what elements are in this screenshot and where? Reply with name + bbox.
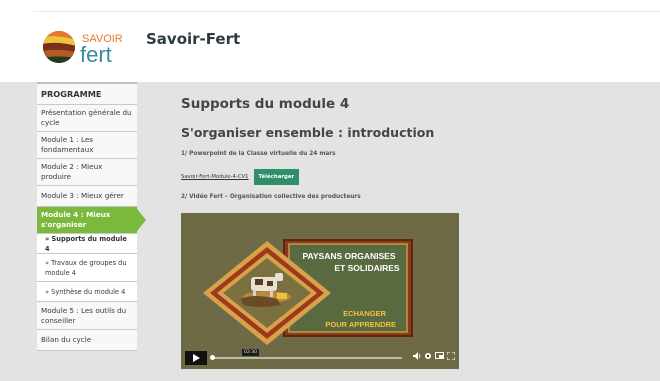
powerpoint-caption: 1/ Powerpoint de la Classe virtuelle du …: [181, 151, 336, 157]
page-heading: Supports du module 4: [181, 96, 350, 112]
time-display: 02:30: [242, 349, 259, 356]
video-controls: 02:30: [181, 348, 459, 369]
pip-icon[interactable]: [435, 352, 444, 360]
video-player[interactable]: PAYSANS ORGANISES ET SOLIDAIRES ECHANGER…: [181, 213, 459, 369]
sidebar-subitem-travaux[interactable]: » Travaux de groupes du module 4: [37, 254, 137, 282]
play-button[interactable]: [185, 351, 207, 365]
sidebar-item-module-5[interactable]: Module 5 : Les outils du conseiller: [37, 302, 137, 330]
sidebar-item-module-2[interactable]: Module 2 : Mieux produire: [37, 159, 137, 186]
sidebar-item-module-1[interactable]: Module 1 : Les fondamentaux: [37, 132, 137, 159]
progress-handle[interactable]: [210, 355, 215, 360]
download-button[interactable]: Télécharger: [253, 169, 300, 185]
video-thumbnail: PAYSANS ORGANISES ET SOLIDAIRES ECHANGER…: [181, 213, 459, 369]
site-logo[interactable]: SAVOIR fert: [42, 25, 142, 69]
play-icon: [193, 354, 200, 362]
download-row: Savoir-Fert-Module-4-CV1 Télécharger: [181, 169, 300, 185]
sidebar-subitem-synthese[interactable]: » Synthèse du module 4: [37, 282, 137, 302]
section-heading: S'organiser ensemble : introduction: [181, 125, 435, 140]
sidebar-item-presentation[interactable]: Présentation générale du cycle: [37, 105, 137, 132]
site-title[interactable]: Savoir-Fert: [146, 30, 240, 48]
sidebar-item-module-3[interactable]: Module 3 : Mieux gérer: [37, 186, 137, 207]
settings-icon[interactable]: [424, 352, 432, 360]
sidebar-subitem-supports[interactable]: » Supports du module 4: [37, 234, 137, 254]
sidebar-nav: PROGRAMME Présentation générale du cycle…: [37, 82, 146, 351]
video-title-line1: PAYSANS ORGANISES: [302, 251, 395, 261]
logo-emblem: [43, 31, 75, 63]
progress-bar[interactable]: 02:30: [210, 349, 402, 360]
volume-icon[interactable]: [413, 352, 421, 360]
sidebar-heading: PROGRAMME: [37, 84, 137, 105]
logo-text-fert: fert: [80, 42, 112, 67]
sidebar-item-module-4[interactable]: Module 4 : Mieux s'organiser: [37, 207, 146, 234]
video-title-line2: ET SOLIDAIRES: [334, 263, 400, 273]
video-subtitle-line2: POUR APPRENDRE: [325, 320, 396, 329]
fullscreen-icon[interactable]: [447, 352, 455, 360]
video-subtitle-line1: ECHANGER: [343, 309, 387, 318]
file-link[interactable]: Savoir-Fert-Module-4-CV1: [181, 174, 249, 180]
video-caption: 2/ Vidéo Fert – Organisation collective …: [181, 194, 361, 200]
sidebar-item-bilan[interactable]: Bilan du cycle: [37, 330, 137, 351]
control-icons: [413, 352, 455, 360]
